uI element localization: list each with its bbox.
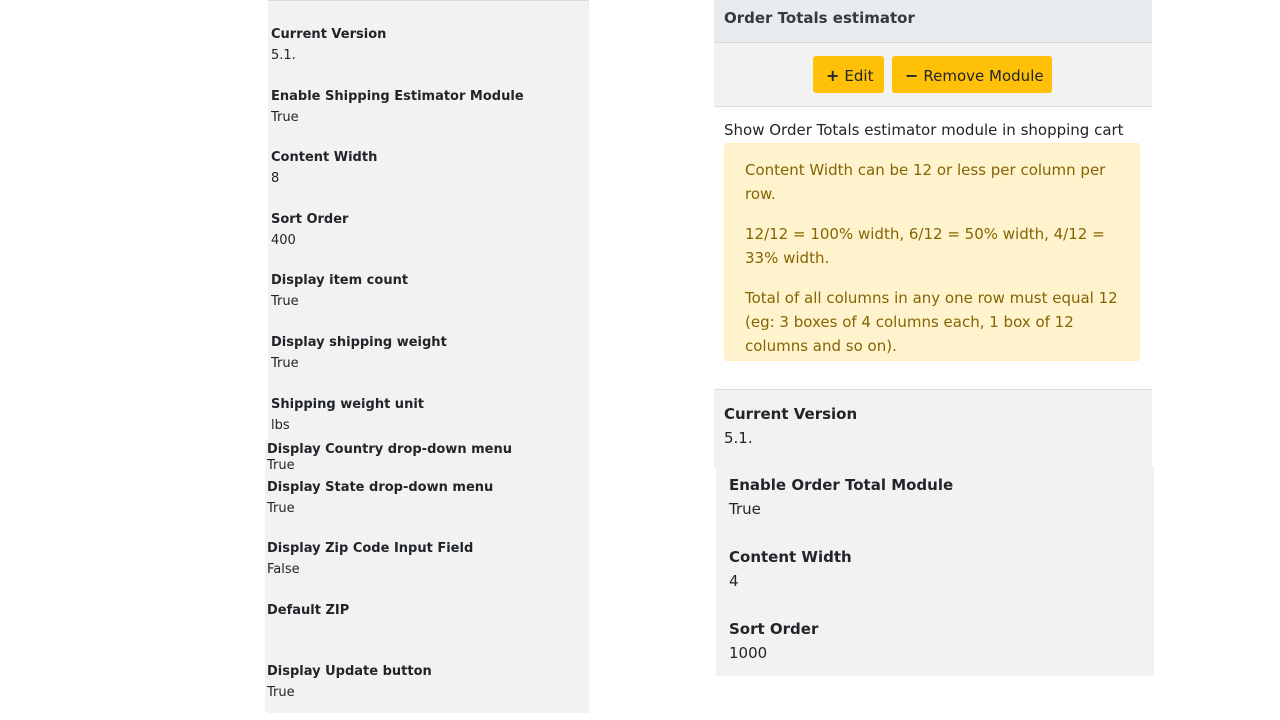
field-content-width: Content Width 4 (729, 548, 852, 591)
field-default-zip: Default ZIP (267, 602, 349, 623)
field-display-shipping-weight: Display shipping weight True (271, 334, 447, 372)
field-value: 400 (271, 233, 296, 248)
field-label: Sort Order (729, 620, 819, 638)
field-label: Content Width (271, 150, 378, 165)
field-value: True (729, 500, 761, 518)
field-value: 4 (729, 572, 739, 590)
field-enable-order-total: Enable Order Total Module True (729, 476, 953, 519)
field-label: Display Update button (267, 664, 432, 679)
field-value: True (271, 356, 299, 371)
remove-module-button[interactable]: − Remove Module (892, 56, 1052, 93)
field-value: False (267, 562, 300, 577)
field-value: 5.1. (271, 48, 296, 63)
plus-icon: + (826, 66, 840, 85)
field-display-update-button: Display Update button True (267, 663, 432, 701)
info-line: Total of all columns in any one row must… (745, 289, 1118, 355)
field-display-country-dropdown: Display Country drop-down menu True (267, 441, 512, 474)
field-value: True (267, 501, 295, 516)
field-label: Default ZIP (267, 603, 350, 618)
field-value: True (267, 458, 295, 473)
field-label: Display Zip Code Input Field (267, 541, 474, 556)
minus-icon: − (905, 66, 919, 85)
field-display-item-count: Display item count True (271, 272, 408, 310)
field-value: True (271, 110, 299, 125)
edit-button-label: Edit (844, 67, 874, 85)
field-content-width: Content Width 8 (271, 149, 377, 187)
remove-button-label: Remove Module (923, 67, 1044, 85)
field-current-version: Current Version 5.1. (271, 26, 386, 64)
field-label: Current Version (271, 27, 387, 42)
field-display-zip-input: Display Zip Code Input Field False (267, 540, 473, 578)
content-width-info-alert: Content Width can be 12 or less per colu… (724, 143, 1140, 361)
module-card-header: Order Totals estimator (714, 0, 1152, 43)
info-line: 12/12 = 100% width, 6/12 = 50% width, 4/… (745, 225, 1105, 267)
field-label: Sort Order (271, 212, 349, 227)
module-description: Show Order Totals estimator module in sh… (724, 121, 1124, 139)
field-sort-order: Sort Order 1000 (729, 620, 818, 663)
field-value: True (271, 294, 299, 309)
field-label: Enable Shipping Estimator Module (271, 89, 524, 104)
field-shipping-weight-unit: Shipping weight unit lbs (271, 396, 424, 434)
field-value: 8 (271, 171, 280, 186)
field-label: Display Country drop-down menu (267, 442, 512, 457)
field-label: Current Version (724, 405, 858, 423)
module-actions: + Edit − Remove Module (714, 43, 1152, 107)
field-label: Content Width (729, 548, 852, 566)
field-label: Enable Order Total Module (729, 476, 954, 494)
edit-button[interactable]: + Edit (813, 56, 884, 93)
field-value: 1000 (729, 644, 768, 662)
field-label: Display State drop-down menu (267, 480, 494, 495)
field-current-version: Current Version 5.1. (724, 405, 857, 448)
field-label: Display shipping weight (271, 335, 447, 350)
field-enable-shipping-estimator: Enable Shipping Estimator Module True (271, 88, 524, 126)
field-value: lbs (271, 418, 290, 433)
field-value: 5.1. (724, 429, 753, 447)
module-title: Order Totals estimator (724, 9, 915, 27)
field-sort-order: Sort Order 400 (271, 211, 348, 249)
field-label: Display item count (271, 273, 409, 288)
field-display-state-dropdown: Display State drop-down menu True (267, 479, 493, 517)
field-label: Shipping weight unit (271, 397, 424, 412)
info-line: Content Width can be 12 or less per colu… (745, 161, 1106, 203)
field-value: True (267, 685, 295, 700)
